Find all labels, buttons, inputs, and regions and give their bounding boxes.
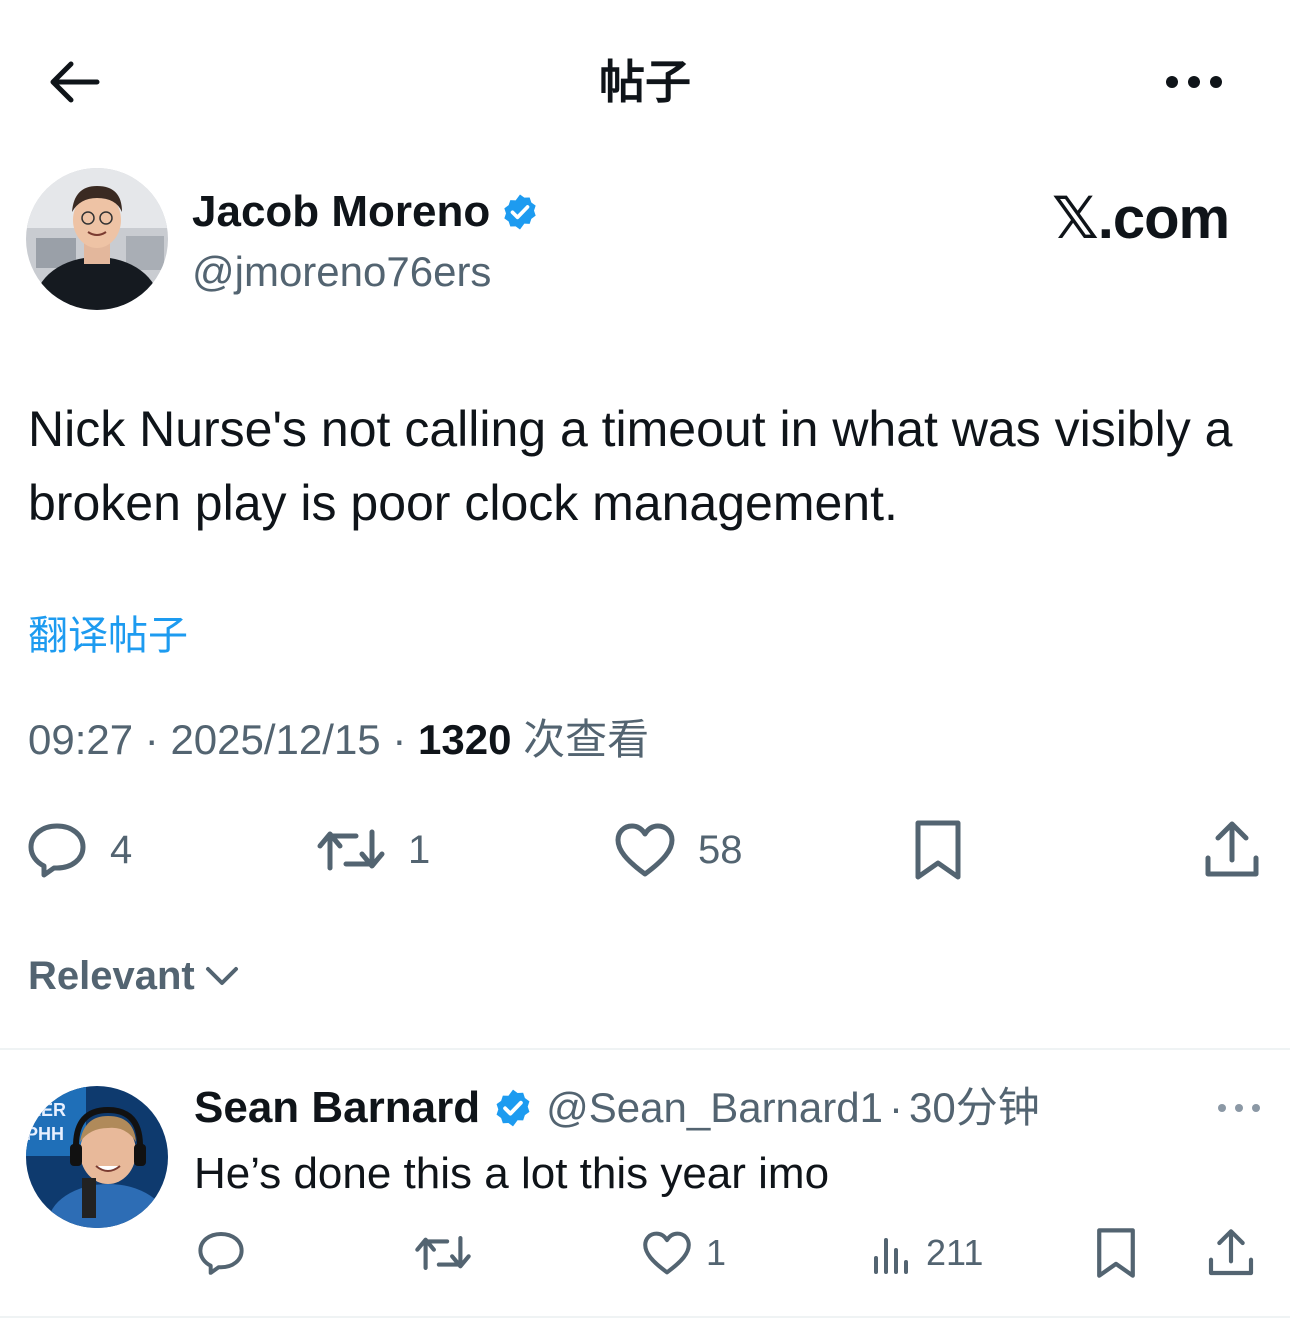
reply-views-button[interactable]: 211	[870, 1228, 983, 1278]
like-count: 58	[698, 827, 743, 872]
repost-icon	[317, 829, 385, 871]
share-icon	[1205, 821, 1259, 877]
translate-post-link[interactable]: 翻译帖子	[28, 610, 188, 662]
reply-button[interactable]: 4	[26, 820, 132, 880]
repost-button[interactable]: 1	[316, 820, 430, 880]
reply-author-avatar[interactable]: LER PHH	[26, 1086, 168, 1228]
divider	[0, 1316, 1290, 1318]
tweet-date[interactable]: 2025/12/15	[170, 716, 380, 763]
separator: ·	[888, 1084, 903, 1131]
arrow-left-icon	[50, 61, 100, 103]
tweet-text: Nick Nurse's not calling a timeout in wh…	[28, 401, 1233, 531]
reply-repost-button[interactable]	[414, 1228, 472, 1278]
reply-views-count: 211	[926, 1232, 984, 1273]
author-avatar[interactable]	[26, 168, 168, 310]
reply-icon	[28, 823, 86, 878]
reply-share-button[interactable]	[1206, 1226, 1256, 1280]
separator: ·	[144, 716, 159, 763]
reply-text: He’s done this a lot this year imo	[194, 1149, 830, 1198]
bookmark-icon	[915, 820, 961, 880]
svg-text:LER: LER	[30, 1100, 66, 1120]
reply-author-handle[interactable]: @Sean_Barnard1	[546, 1080, 883, 1136]
author-name[interactable]: Jacob Moreno	[192, 186, 490, 238]
reply-like-count: 1	[706, 1232, 727, 1273]
separator: ·	[392, 716, 407, 763]
reply-icon	[198, 1231, 244, 1275]
share-icon	[1208, 1229, 1254, 1276]
author-name-row[interactable]: Jacob Moreno	[192, 186, 540, 238]
x-brand-logo: 𝕏.com	[1052, 186, 1230, 251]
reply-header: Sean Barnard @Sean_Barnard1 · 30分钟	[194, 1080, 1040, 1136]
reply-reply-button[interactable]	[196, 1228, 246, 1278]
verified-badge-icon	[496, 1089, 530, 1127]
analytics-icon	[874, 1238, 908, 1274]
views-label: 次查看	[523, 716, 650, 763]
svg-text:PHH: PHH	[26, 1124, 64, 1144]
heart-icon	[643, 1231, 691, 1275]
heart-icon	[615, 823, 675, 877]
bookmark-icon	[1097, 1228, 1135, 1278]
sort-dropdown[interactable]: Relevant	[28, 950, 239, 1002]
verified-badge-icon	[504, 194, 536, 230]
back-button[interactable]	[40, 52, 106, 112]
chevron-down-icon	[205, 967, 238, 985]
like-button[interactable]: 58	[614, 820, 743, 880]
reply-more-button[interactable]	[1206, 1090, 1272, 1126]
bookmark-button[interactable]	[912, 818, 964, 882]
more-horizontal-icon	[1166, 76, 1222, 88]
more-options-button[interactable]	[1158, 60, 1230, 104]
share-button[interactable]	[1202, 818, 1262, 882]
author-handle[interactable]: @jmoreno76ers	[192, 246, 491, 298]
more-horizontal-icon	[1218, 1104, 1260, 1112]
repost-count: 1	[408, 827, 431, 872]
reply-count: 4	[110, 827, 133, 872]
tweet-time[interactable]: 09:27	[28, 716, 133, 763]
reply-time[interactable]: 30分钟	[909, 1080, 1040, 1136]
reply-author-name[interactable]: Sean Barnard	[194, 1080, 480, 1136]
page-title: 帖子	[599, 56, 691, 108]
reply-like-button[interactable]: 1	[642, 1228, 726, 1278]
repost-icon	[415, 1236, 471, 1270]
divider	[0, 1048, 1290, 1050]
views-count: 1320	[418, 716, 512, 763]
reply-bookmark-button[interactable]	[1094, 1226, 1138, 1280]
sort-label: Relevant	[28, 954, 195, 998]
tweet-meta: 09:27 · 2025/12/15 · 1320 次查看	[28, 712, 649, 768]
